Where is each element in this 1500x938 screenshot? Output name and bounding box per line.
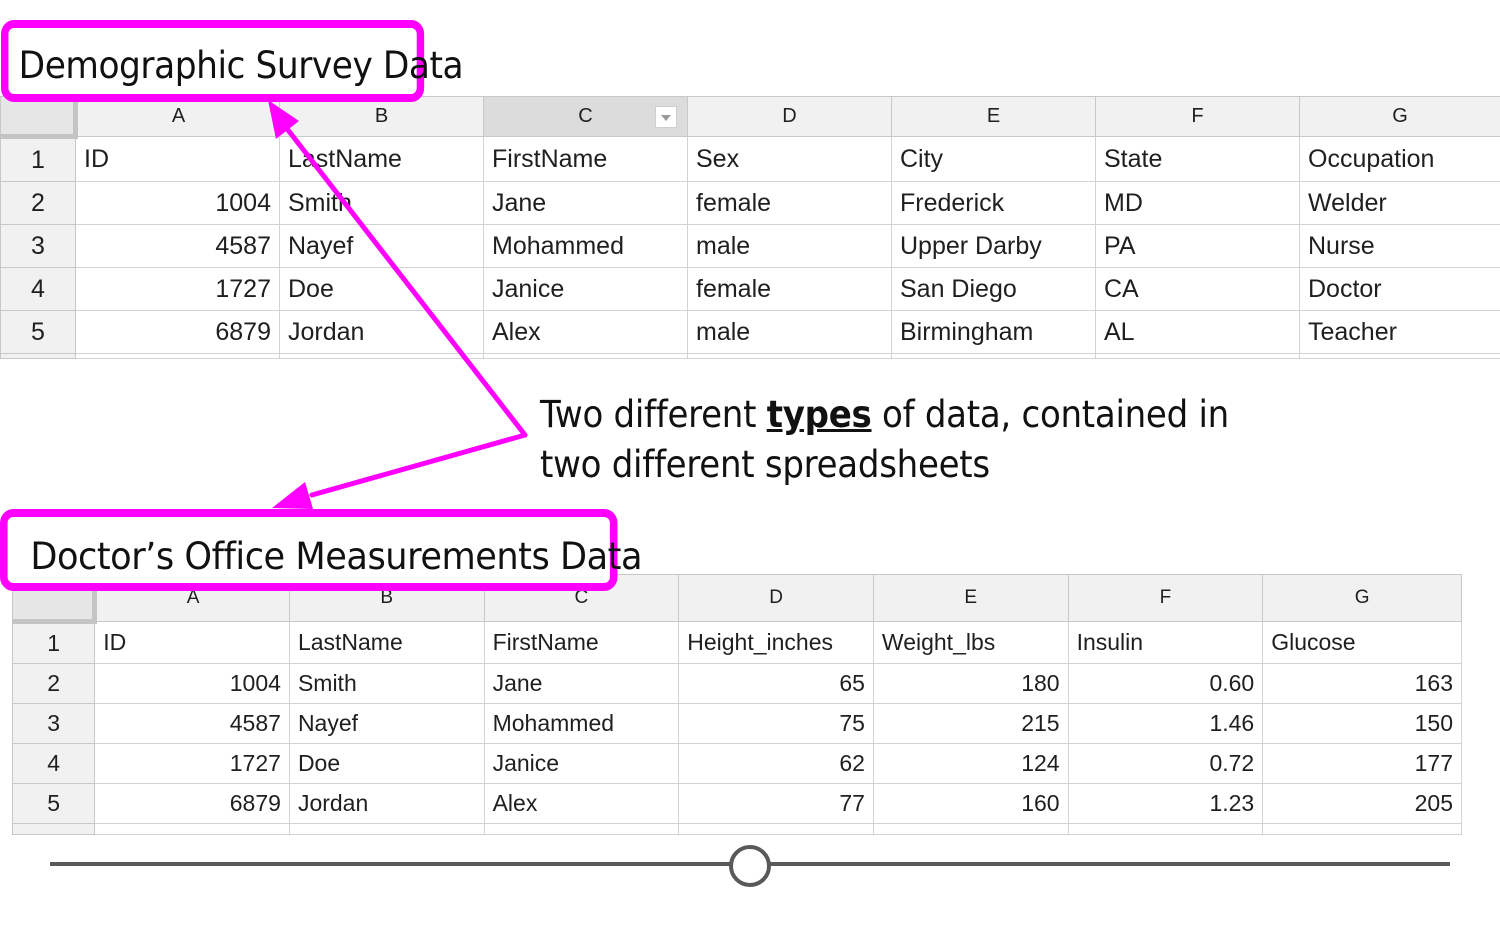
slider-thumb[interactable] <box>729 845 771 887</box>
annotation-line-1: Two different types of data, contained i… <box>540 390 1229 440</box>
annotation-text-start: Two different <box>540 393 767 436</box>
annotation-text-end: of data, contained in <box>871 393 1229 436</box>
annotation-line-2: two different spreadsheets <box>540 443 990 486</box>
arrow-to-demographic-label <box>268 100 528 438</box>
arrow-to-measurements-label <box>272 432 528 509</box>
annotation-text: Two different types of data, contained i… <box>540 390 1229 490</box>
doctors-office-label: Doctor’s Office Measurements Data <box>0 509 643 591</box>
demographic-survey-label: Demographic Survey Data <box>1 20 464 102</box>
slide-progress-slider[interactable] <box>50 845 1450 887</box>
annotation-emphasis: types <box>766 393 872 436</box>
